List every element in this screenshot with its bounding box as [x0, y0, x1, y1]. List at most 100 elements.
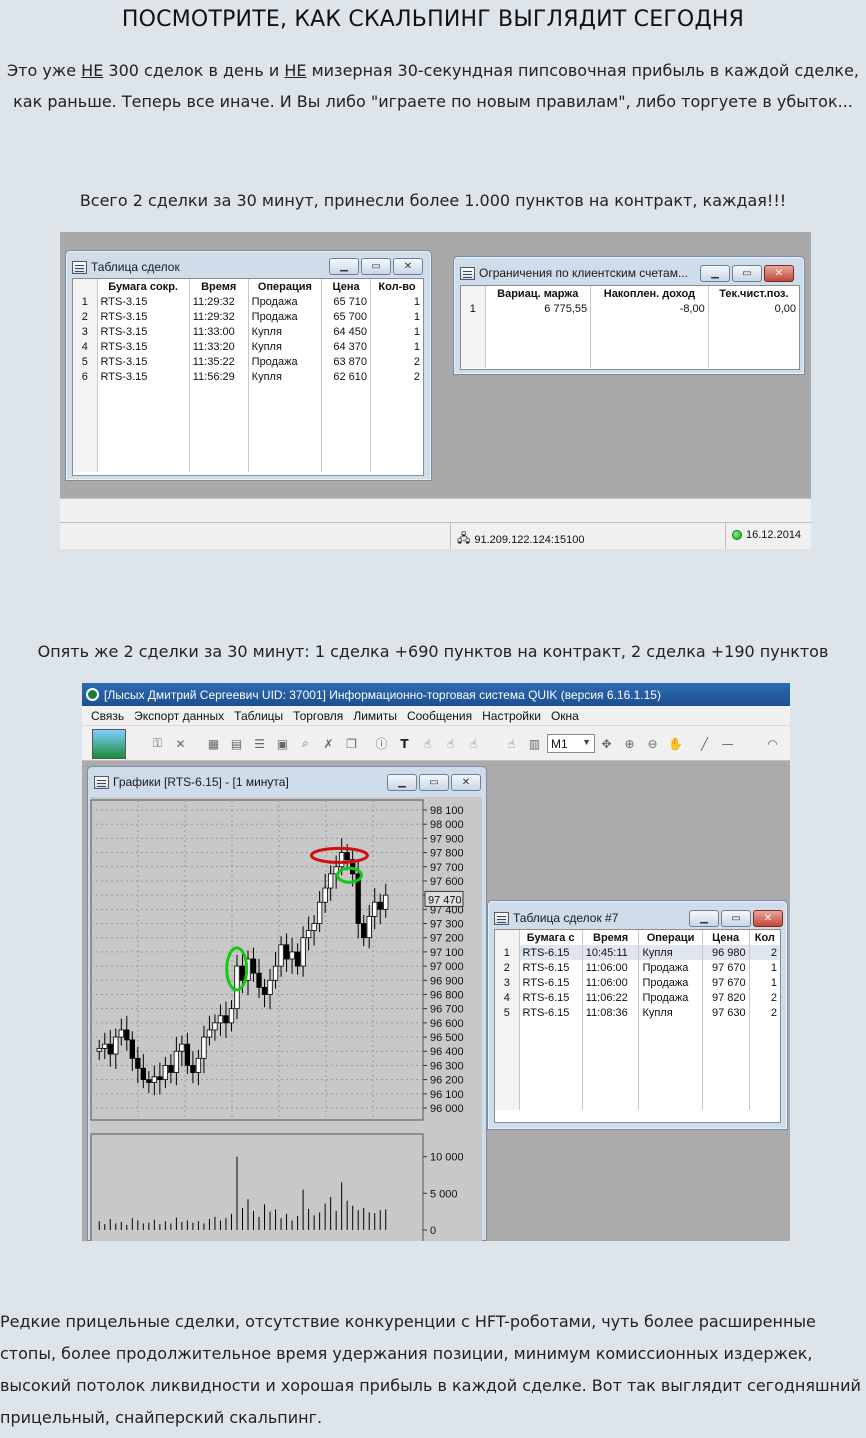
zoom-out-icon[interactable]: ⊖ — [644, 735, 661, 752]
table-cell: RTS-6.15 — [519, 1005, 583, 1020]
col-header[interactable]: Бумага сокр. — [97, 279, 190, 294]
menu-item[interactable]: Сообщения — [402, 709, 477, 723]
maximize-button[interactable]: ▭ — [732, 265, 762, 282]
col-header[interactable]: Операци — [638, 930, 703, 945]
table-cell: 2 — [770, 991, 777, 1004]
chart-window[interactable]: Графики [RTS-6.15] - [1 минута] ▁ ▭ ✕ 98… — [87, 766, 487, 1241]
deals-window-7[interactable]: Таблица сделок #7 ▁ ▭ ✕ Бумага с Время Опе… — [487, 900, 788, 1130]
hline-tool-icon[interactable]: — — [719, 735, 736, 752]
menu-item[interactable]: Таблицы — [229, 709, 288, 723]
col-header[interactable]: Время — [582, 930, 640, 945]
table-row[interactable]: 3 RTS-6.15 11:06:00 Продажа 97 670 1 — [495, 975, 780, 990]
move-icon[interactable]: ✥ — [598, 735, 615, 752]
menu-item[interactable]: Лимиты — [348, 709, 402, 723]
close-button[interactable]: ✕ — [764, 265, 794, 282]
deals-table[interactable]: Бумага сокр. Время Операция Цена Кол-во 1 RTS… — [72, 278, 424, 476]
minimize-button[interactable]: ▁ — [689, 910, 719, 927]
zoom-in-icon[interactable]: ⊕ — [621, 735, 638, 752]
line-tool-icon[interactable]: ╱ — [696, 735, 713, 752]
bar-chart-icon[interactable]: ▥ — [526, 735, 543, 752]
col-header[interactable]: Кол-во — [371, 279, 424, 294]
info-icon[interactable]: ⓘ — [373, 735, 390, 752]
table-row[interactable]: 3 RTS-3.15 11:33:00 Купля 64 450 1 — [73, 324, 423, 339]
timeframe-select[interactable]: M1 ▼ — [547, 734, 595, 753]
limits-window[interactable]: Ограничения по клиентским счетам... ▁ ▭ … — [453, 256, 805, 375]
hand-icon[interactable]: ☝ — [442, 735, 459, 752]
maximize-button[interactable]: ▭ — [721, 910, 751, 927]
chart-icon[interactable]: ▦ — [205, 735, 222, 752]
pointer-icon[interactable]: ☝ — [503, 735, 520, 752]
table-cell: Купля — [248, 339, 323, 354]
cancel-icon[interactable]: ✗ — [320, 735, 337, 752]
table-cell: 64 450 — [321, 324, 371, 339]
close-button[interactable]: ✕ — [753, 910, 783, 927]
col-header[interactable]: Время — [189, 279, 249, 294]
minimize-button[interactable]: ▁ — [387, 774, 417, 791]
col-header[interactable]: Бумага с — [519, 930, 583, 945]
col-header[interactable]: Цена — [321, 279, 371, 294]
limits-table[interactable]: Вариац. маржа Накоплен. доход Тек.чист.поз… — [460, 285, 800, 370]
table-cell: 5 — [73, 354, 98, 369]
menu-item[interactable]: Связь — [86, 709, 129, 723]
table-row[interactable]: 6 RTS-3.15 11:56:29 Купля 62 610 2 — [73, 369, 423, 384]
orders-icon[interactable]: ☰ — [251, 735, 268, 752]
volume-tick-label: 10 000 — [430, 1152, 464, 1164]
col-header[interactable]: Цена — [702, 930, 750, 945]
col-header: Вариац. маржа — [485, 286, 592, 301]
table-cell: RTS-6.15 — [519, 975, 583, 990]
col-header[interactable]: Операция — [248, 279, 323, 294]
table-row[interactable]: 4 RTS-3.15 11:33:20 Купля 64 370 1 — [73, 339, 423, 354]
minimize-button[interactable]: ▁ — [700, 265, 730, 282]
table-row[interactable]: 1 RTS-3.15 11:29:32 Продажа 65 710 1 — [73, 294, 423, 309]
col-header[interactable]: Кол — [749, 930, 780, 945]
search-icon[interactable]: ⌕ — [297, 735, 314, 752]
table-cell: Продажа — [638, 990, 703, 1005]
table-row[interactable]: 4 RTS-6.15 11:06:22 Продажа 97 820 2 — [495, 990, 780, 1005]
price-tick-label: 96 300 — [430, 1060, 464, 1072]
menu-item[interactable]: Торговля — [288, 709, 348, 723]
deals-table-7[interactable]: Бумага с Время Операци Цена Кол 1 RTS-6.15 10:… — [494, 929, 781, 1123]
page-title: ПОСМОТРИТЕ, КАК СКАЛЬПИНГ ВЫГЛЯДИТ СЕГОД… — [121, 7, 745, 32]
candle-body — [256, 972, 262, 988]
close-button[interactable]: ✕ — [451, 774, 481, 791]
table-cell: 1 — [413, 325, 420, 338]
menu-item[interactable]: Окна — [546, 709, 584, 723]
quotes-icon[interactable]: ▤ — [228, 735, 245, 752]
table-row[interactable]: 2 RTS-3.15 11:29:32 Продажа 65 700 1 — [73, 309, 423, 324]
table-row[interactable]: 5 RTS-6.15 11:08:36 Купля 97 630 2 — [495, 1005, 780, 1020]
menu-item[interactable]: Настройки — [477, 709, 546, 723]
signal-icon[interactable]: ◠ — [764, 735, 781, 752]
candle-body — [250, 958, 257, 974]
close-button[interactable]: ✕ — [393, 258, 423, 275]
table-row[interactable]: 1 RTS-6.15 10:45:11 Купля 96 980 2 — [495, 945, 780, 960]
candle-body — [272, 965, 279, 981]
table-cell: 97 670 — [702, 960, 750, 975]
menu-item[interactable]: Экспорт данных — [129, 709, 229, 723]
hand-icon[interactable]: ✋ — [667, 735, 684, 752]
deals-icon[interactable]: ▣ — [274, 735, 291, 752]
candle-body — [300, 937, 306, 967]
terminal-logo-icon[interactable] — [92, 729, 126, 759]
table-cell: 65 700 — [321, 309, 371, 324]
price-chart[interactable]: 98 10098 00097 90097 80097 70097 60097 5… — [90, 797, 482, 1241]
minimize-button[interactable]: ▁ — [329, 258, 359, 275]
table-row[interactable]: 1 6 775,55 -8,00 0,00 — [461, 301, 799, 316]
copy-icon[interactable]: ❐ — [343, 735, 360, 752]
text-tool-icon[interactable]: T — [396, 735, 413, 752]
table-cell: 1 — [495, 945, 520, 960]
maximize-button[interactable]: ▭ — [361, 258, 391, 275]
server-icon: 🖧 — [457, 531, 471, 545]
table-cell: 10:45:11 — [582, 945, 640, 960]
candle-body — [261, 986, 268, 995]
table-row[interactable]: 5 RTS-3.15 11:35:22 Продажа 63 870 2 — [73, 354, 423, 369]
table-cell: 11:06:00 — [582, 975, 640, 990]
disconnect-icon[interactable]: ✕ — [172, 735, 189, 752]
hand-icon[interactable]: ☝ — [465, 735, 482, 752]
key-icon[interactable]: ⚿ — [149, 735, 166, 752]
price-tick-label: 96 200 — [430, 1075, 464, 1087]
deals-window[interactable]: Таблица сделок ▁ ▭ ✕ Бумага сокр. Время Оп… — [65, 250, 432, 481]
candle-body — [195, 1057, 202, 1073]
hand-icon[interactable]: ☝ — [419, 735, 436, 752]
table-row[interactable]: 2 RTS-6.15 11:06:00 Продажа 97 670 1 — [495, 960, 780, 975]
maximize-button[interactable]: ▭ — [419, 774, 449, 791]
